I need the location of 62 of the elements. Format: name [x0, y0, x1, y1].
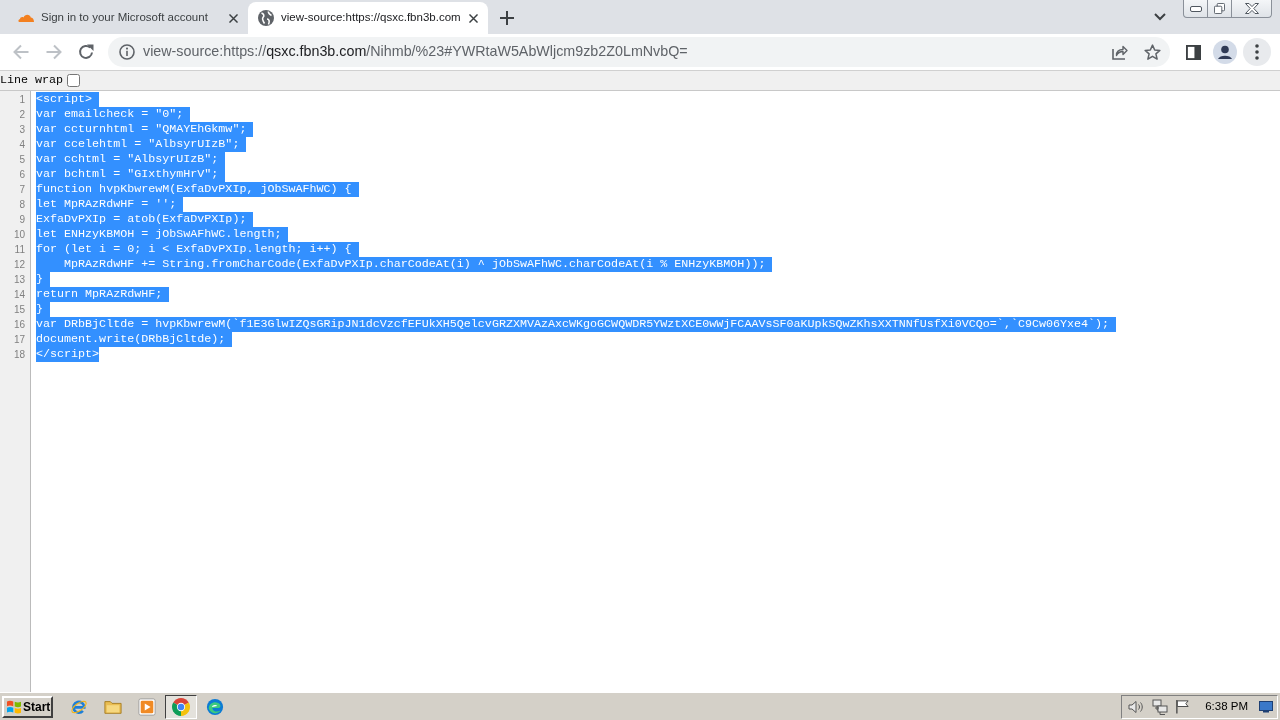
plus-icon — [500, 11, 514, 25]
line-number: 8 — [19, 198, 26, 212]
windows-flag-icon — [6, 698, 22, 715]
share-icon — [1112, 44, 1128, 60]
forward-arrow-icon — [46, 44, 62, 60]
caret-icon — [1154, 13, 1166, 21]
line-number: 14 — [13, 288, 26, 302]
side-panel-icon — [1185, 44, 1201, 60]
close-icon — [228, 13, 238, 23]
line-number: 12 — [13, 258, 26, 272]
avatar-icon — [1213, 40, 1237, 64]
close-window-button[interactable] — [1232, 0, 1272, 18]
action-center-button[interactable] — [1173, 697, 1192, 716]
line-number: 17 — [13, 333, 26, 347]
profile-button[interactable] — [1211, 38, 1239, 66]
line-number: 5 — [19, 153, 26, 167]
line-number: 3 — [19, 123, 26, 137]
line-number: 9 — [19, 213, 26, 227]
line-number: 4 — [19, 138, 26, 152]
taskbar-app-button[interactable] — [165, 694, 197, 719]
tab-search-button[interactable] — [1154, 13, 1166, 21]
browser-logo-icon — [172, 697, 190, 716]
line-number: 6 — [19, 168, 26, 182]
minimize-icon — [1189, 5, 1202, 12]
globe-icon — [258, 10, 274, 26]
restore-icon — [1214, 3, 1225, 14]
cloud-icon — [18, 14, 34, 22]
line-number: 2 — [19, 108, 26, 122]
network-button[interactable] — [1151, 697, 1170, 716]
line-number: 10 — [13, 228, 26, 242]
minimize-button[interactable] — [1183, 0, 1208, 18]
line-number: 7 — [19, 183, 26, 197]
line-number: 13 — [13, 273, 26, 287]
line-wrap-label: Line wrap — [0, 71, 64, 89]
play-tile-icon — [138, 697, 156, 716]
flag-icon — [1174, 699, 1190, 714]
clock: 6:38 PM — [1205, 698, 1248, 714]
reload-icon — [78, 44, 94, 60]
speaker-icon — [1128, 698, 1145, 715]
network-icon — [1152, 698, 1169, 715]
line-number: 16 — [13, 318, 26, 332]
new-tab-button[interactable] — [500, 11, 514, 25]
line-number: 18 — [13, 348, 26, 362]
browser-tab[interactable]: view-source:https://qsxc.fbn3b.com — [248, 2, 488, 34]
line-number: 1 — [19, 93, 26, 107]
line-number: 11 — [14, 243, 26, 257]
address-bar[interactable]: view-source:https://qsxc.fbn3b.com/Nihmb/%23#YWRtaW5AbWljcm9zb2Z0LmNvbQ= — [108, 37, 1170, 67]
swirl-logo-icon — [206, 697, 224, 716]
url-text: view-source:https://qsxc.fbn3b.com/Nihmb/%23#YWRtaW5AbWljcm9zb2Z0LmNvbQ= — [143, 42, 688, 62]
info-icon[interactable] — [119, 44, 135, 60]
back-arrow-icon — [13, 44, 29, 60]
line-number: 15 — [13, 303, 26, 317]
kebab-menu-icon — [1255, 44, 1259, 60]
restore-button[interactable] — [1208, 0, 1232, 18]
start-button[interactable]: Start — [2, 695, 53, 718]
close-icon — [1244, 3, 1259, 14]
show-desktop-button[interactable] — [1258, 698, 1274, 715]
monitor-icon — [1259, 700, 1273, 713]
line-wrap-checkbox[interactable] — [67, 74, 81, 87]
close-icon — [468, 13, 478, 23]
menu-button[interactable] — [1243, 38, 1271, 66]
star-icon — [1143, 43, 1161, 61]
